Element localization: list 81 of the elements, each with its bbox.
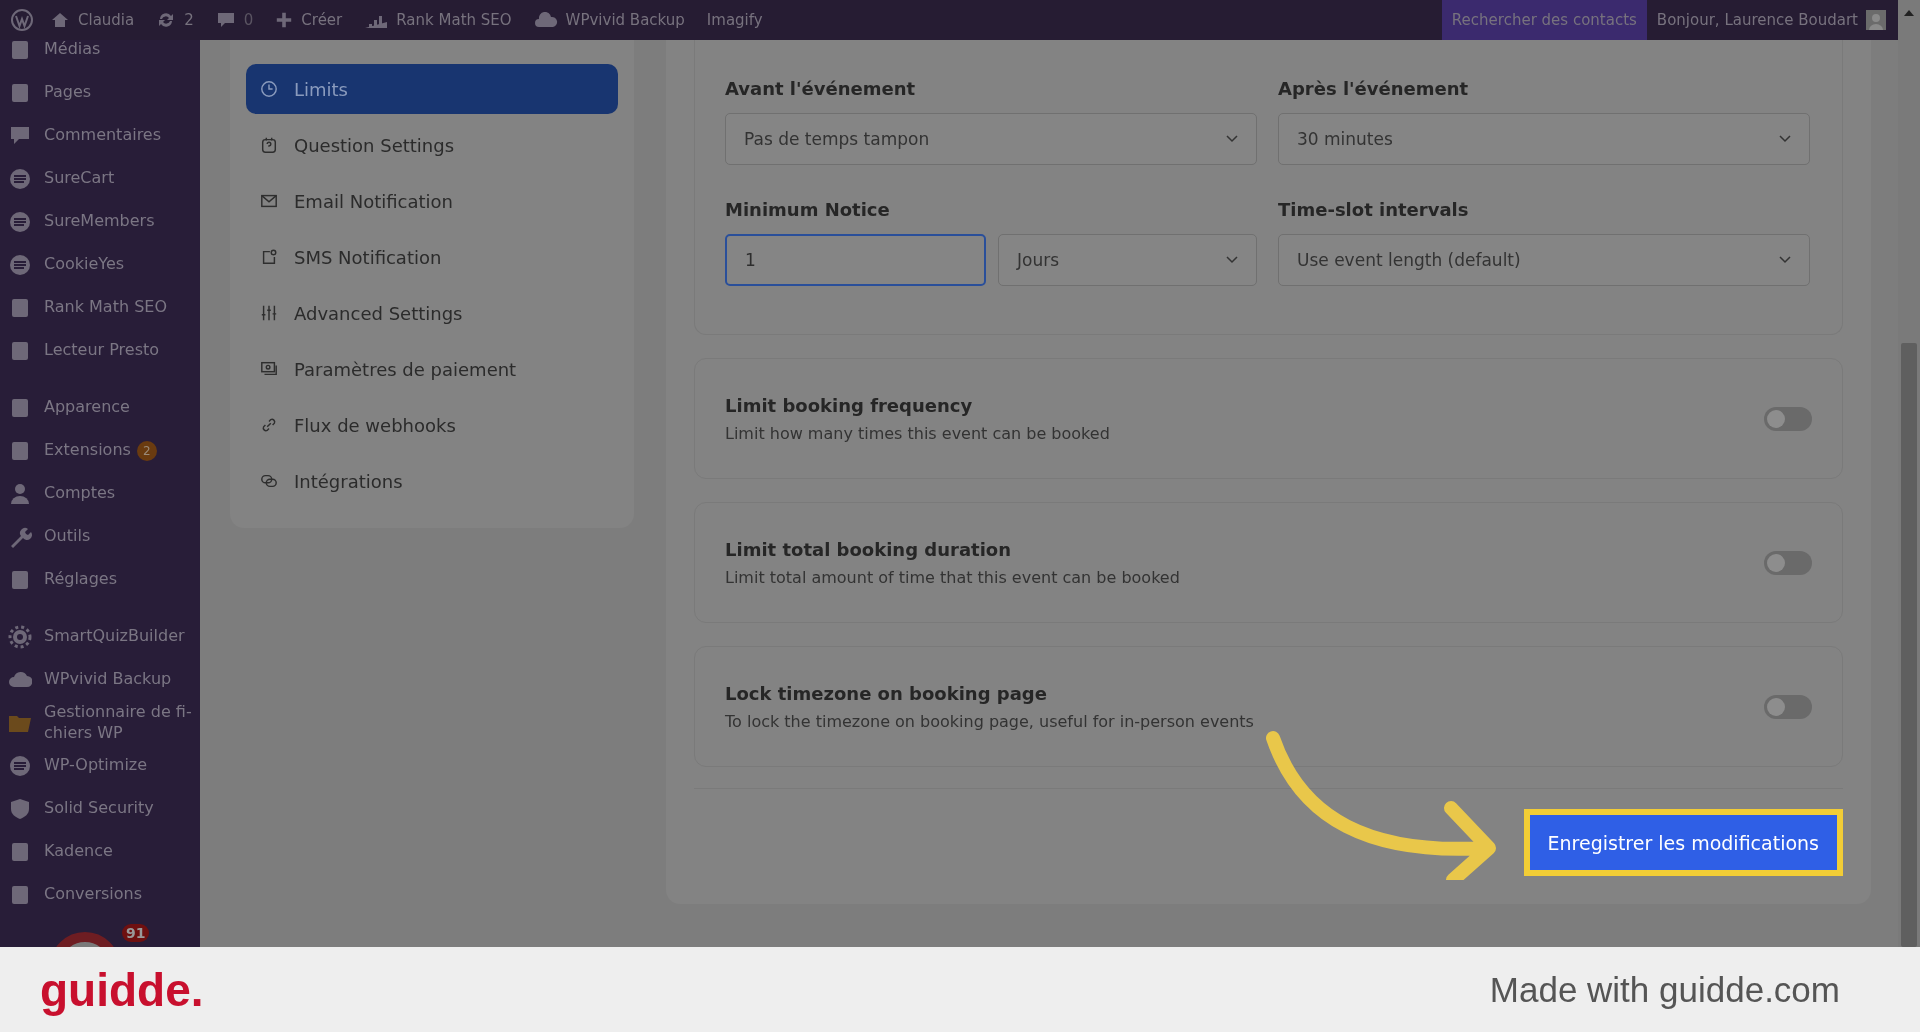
toggle-switch[interactable]	[1764, 694, 1812, 719]
chevron-down-icon	[1779, 256, 1791, 264]
sidebar-item[interactable]: SureCart	[0, 157, 200, 200]
save-button[interactable]: Enregistrer les modifications	[1529, 815, 1837, 870]
wordpress-logo-icon[interactable]	[10, 8, 34, 32]
settings-menu-item[interactable]: Question Settings	[246, 120, 618, 170]
money-icon	[260, 360, 278, 378]
settings-menu-item[interactable]: Flux de webhooks	[246, 400, 618, 450]
person-icon	[8, 481, 32, 506]
gear-icon	[8, 624, 32, 649]
toolbar-link[interactable]: Imagify	[706, 11, 763, 29]
toolbar-link[interactable]: Créer	[275, 11, 343, 29]
settings-menu-item[interactable]: Paramètres de paiement	[246, 344, 618, 394]
field-label: Après l'événement	[1278, 78, 1470, 99]
sidebar-item[interactable]: WPvivid Backup	[0, 658, 200, 701]
toolbar-link[interactable]: 2	[156, 10, 194, 30]
sidebar-item[interactable]: Gestionnaire de fi- chiers WP	[0, 701, 200, 744]
chevron-down-icon	[1226, 256, 1238, 264]
home-icon	[50, 10, 70, 30]
notice-unit-select[interactable]: Jours	[998, 234, 1257, 286]
contact-search-link[interactable]: Rechercher des contacts	[1441, 0, 1647, 40]
after-event-select[interactable]: 30 minutes	[1278, 113, 1810, 165]
sidebar-item[interactable]: Pages	[0, 71, 200, 114]
brand-logo: guidde.	[40, 962, 204, 1017]
toggle-switch[interactable]	[1764, 406, 1812, 431]
toolbar-link[interactable]: Claudia	[50, 10, 135, 30]
message-icon	[260, 248, 278, 266]
setting-description: Limit total amount of time that this event can be booked	[725, 567, 1180, 587]
setting-title: Limit booking frequency	[725, 394, 974, 416]
sidebar-item[interactable]: Commentaires	[0, 114, 200, 157]
settings-menu-item[interactable]: Email Notification	[246, 176, 618, 226]
settings-menu-item[interactable]: Limits	[246, 64, 618, 114]
sidebar-item[interactable]: Médias	[0, 40, 200, 71]
toolbar-link[interactable]: Rank Math SEO	[364, 10, 512, 30]
scroll-up-icon[interactable]	[1904, 10, 1914, 16]
setting-description: To lock the timezone on booking page, useful for in-person events	[725, 711, 1254, 731]
time-slot-select[interactable]: Use event length (default)	[1278, 234, 1810, 286]
toolbar-link[interactable]: WPvivid Backup	[533, 11, 685, 29]
settings-menu-item[interactable]: SMS Notification	[246, 232, 618, 282]
chain-icon	[260, 472, 278, 490]
field-label: Time-slot intervals	[1278, 199, 1470, 220]
sidebar-item[interactable]: Outils	[0, 515, 200, 558]
sidebar-item[interactable]: Lecteur Presto	[0, 329, 200, 372]
setting-title: Limit total booking duration	[725, 538, 1012, 560]
chevron-down-icon	[1226, 135, 1238, 143]
avatar-icon	[1866, 10, 1886, 30]
plus-icon	[275, 11, 294, 29]
sidebar-item[interactable]: Extensions 2	[0, 429, 200, 472]
notification-count-badge: 91	[122, 924, 150, 942]
sidebar-item[interactable]: SmartQuizBuilder	[0, 615, 200, 658]
toolbar-link[interactable]: 0	[215, 10, 254, 30]
cloud-icon	[533, 12, 558, 28]
sidebar-item[interactable]: Conversions	[0, 873, 200, 916]
minimum-notice-input[interactable]: 1	[725, 234, 986, 286]
comment-icon	[215, 10, 236, 30]
shield-icon	[8, 796, 32, 821]
update-count-badge: 2	[136, 440, 157, 461]
settings-menu-item[interactable]: Intégrations	[246, 456, 618, 506]
envelope-icon	[260, 192, 278, 210]
settings-menu-item[interactable]: Advanced Settings	[246, 288, 618, 338]
field-label: Minimum Notice	[725, 199, 891, 220]
setting-description: Limit how many times this event can be booked	[725, 423, 1110, 443]
sidebar-item[interactable]: WP-Optimize	[0, 744, 200, 787]
sidebar-item[interactable]: Apparence	[0, 386, 200, 429]
field-label: Avant l'événement	[725, 78, 917, 99]
sidebar-item[interactable]: Comptes	[0, 472, 200, 515]
before-event-select[interactable]: Pas de temps tampon	[725, 113, 1257, 165]
account-menu[interactable]: Bonjour, Laurence Boudart	[1646, 10, 1898, 30]
sidebar-item[interactable]: Kadence	[0, 830, 200, 873]
clock-icon	[260, 80, 278, 98]
sidebar-item[interactable]: Réglages	[0, 558, 200, 601]
link-icon	[260, 416, 278, 434]
sidebar-item[interactable]: Solid Security	[0, 787, 200, 830]
toggle-switch[interactable]	[1764, 550, 1812, 575]
sidebar-item[interactable]: SureMembers	[0, 200, 200, 243]
calendar-question-icon	[260, 136, 278, 154]
sidebar-item[interactable]: CookieYes	[0, 243, 200, 286]
setting-title: Lock timezone on booking page	[725, 682, 1048, 704]
chevron-down-icon	[1779, 135, 1791, 143]
sidebar-item[interactable]: Rank Math SEO	[0, 286, 200, 329]
credit-text: Made with guidde.com	[1489, 969, 1840, 1010]
